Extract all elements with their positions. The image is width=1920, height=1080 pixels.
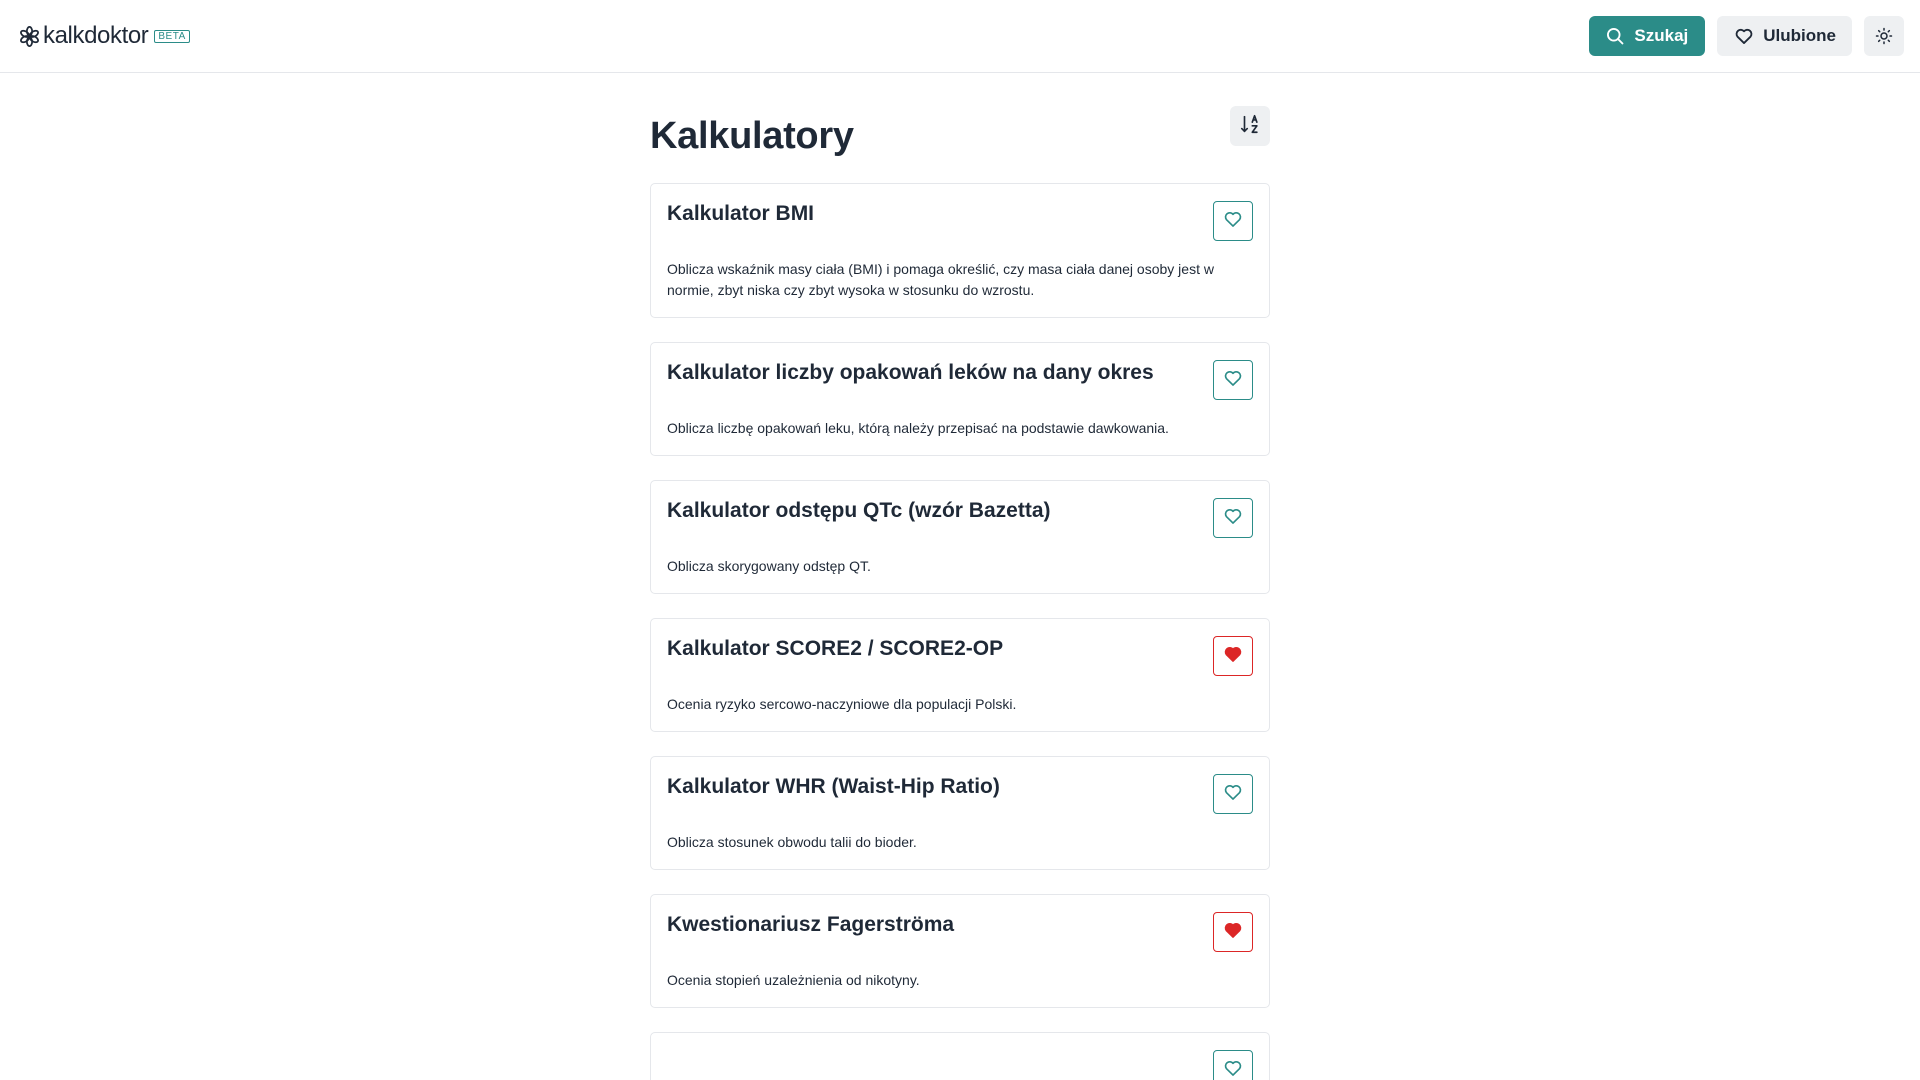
favorite-toggle-button[interactable] — [1213, 360, 1253, 400]
calculator-description: Oblicza liczbę opakowań leku, którą nale… — [667, 420, 1169, 436]
heart-outline-icon — [1223, 1058, 1243, 1080]
calculator-description: Ocenia stopień uzależnienia od nikotyny. — [667, 972, 920, 988]
calculator-description: Oblicza skorygowany odstęp QT. — [667, 558, 871, 574]
heart-filled-icon — [1223, 920, 1243, 945]
calculator-card[interactable]: Kalkulator BMI Oblicza wskaźnik masy ciał… — [650, 183, 1270, 318]
logo[interactable]: kalkdoktor BETA — [19, 22, 190, 50]
calculator-card[interactable]: Kalkulator liczby opakowań leków na dany… — [650, 342, 1270, 456]
title-row: Kalkulatory — [650, 105, 1270, 155]
calculator-card[interactable]: Kalkulator odstępu QTc (wzór Bazetta) Obl… — [650, 480, 1270, 594]
calculator-description: Ocenia ryzyko sercowo-naczyniowe dla pop… — [667, 696, 1017, 712]
sort-alpha-icon — [1239, 113, 1261, 140]
calculator-card[interactable]: Kalkulator WHR (Waist-Hip Ratio) Oblicza … — [650, 756, 1270, 870]
calculator-card[interactable] — [650, 1032, 1270, 1080]
calculator-description: Oblicza stosunek obwodu talii do bioder. — [667, 834, 917, 850]
favorite-toggle-button[interactable] — [1213, 636, 1253, 676]
main-content: Kalkulatory Kalkulator BMI Oblicza wskaźn… — [650, 73, 1270, 1080]
theme-toggle-button[interactable] — [1864, 16, 1904, 56]
sort-button[interactable] — [1230, 106, 1270, 146]
favorite-toggle-button[interactable] — [1213, 774, 1253, 814]
favorite-toggle-button[interactable] — [1213, 498, 1253, 538]
heart-outline-icon — [1223, 368, 1243, 393]
calculator-title[interactable]: Kalkulator liczby opakowań leków na dany… — [667, 360, 1253, 386]
favorite-toggle-button[interactable] — [1213, 912, 1253, 952]
calculator-card[interactable]: Kalkulator SCORE2 / SCORE2-OP Ocenia ryzy… — [650, 618, 1270, 732]
calculator-description: Oblicza wskaźnik masy ciała (BMI) i poma… — [667, 261, 1214, 298]
heart-outline-icon — [1223, 782, 1243, 807]
sun-icon — [1875, 27, 1893, 45]
calculator-title[interactable]: Kalkulator odstępu QTc (wzór Bazetta) — [667, 498, 1253, 524]
page-title: Kalkulatory — [650, 115, 854, 157]
favorite-toggle-button[interactable] — [1213, 201, 1253, 241]
search-button[interactable]: Szukaj — [1589, 16, 1706, 56]
beta-badge: BETA — [154, 30, 190, 43]
heart-outline-icon — [1223, 209, 1243, 234]
favorite-toggle-button[interactable] — [1213, 1050, 1253, 1080]
calculator-title[interactable]: Kalkulator BMI — [667, 201, 1253, 227]
top-bar: kalkdoktor BETA Szukaj Ulubione — [0, 0, 1920, 73]
asterisk-logo-icon — [19, 25, 40, 47]
calculator-list: Kalkulator BMI Oblicza wskaźnik masy ciał… — [650, 183, 1270, 1080]
favorites-button[interactable]: Ulubione — [1717, 16, 1852, 56]
heart-icon — [1734, 26, 1754, 46]
logo-text: kalkdoktor — [43, 22, 149, 49]
calculator-title[interactable]: Kwestionariusz Fagerströma — [667, 912, 1253, 938]
calculator-title[interactable]: Kalkulator SCORE2 / SCORE2-OP — [667, 636, 1253, 662]
search-button-label: Szukaj — [1634, 26, 1689, 45]
heart-outline-icon — [1223, 506, 1243, 531]
calculator-title[interactable]: Kalkulator WHR (Waist-Hip Ratio) — [667, 774, 1253, 800]
calculator-card[interactable]: Kwestionariusz Fagerströma Ocenia stopień… — [650, 894, 1270, 1008]
heart-filled-icon — [1223, 644, 1243, 669]
favorites-button-label: Ulubione — [1763, 26, 1836, 45]
search-icon — [1605, 26, 1625, 46]
header-actions: Szukaj Ulubione — [1589, 16, 1904, 56]
